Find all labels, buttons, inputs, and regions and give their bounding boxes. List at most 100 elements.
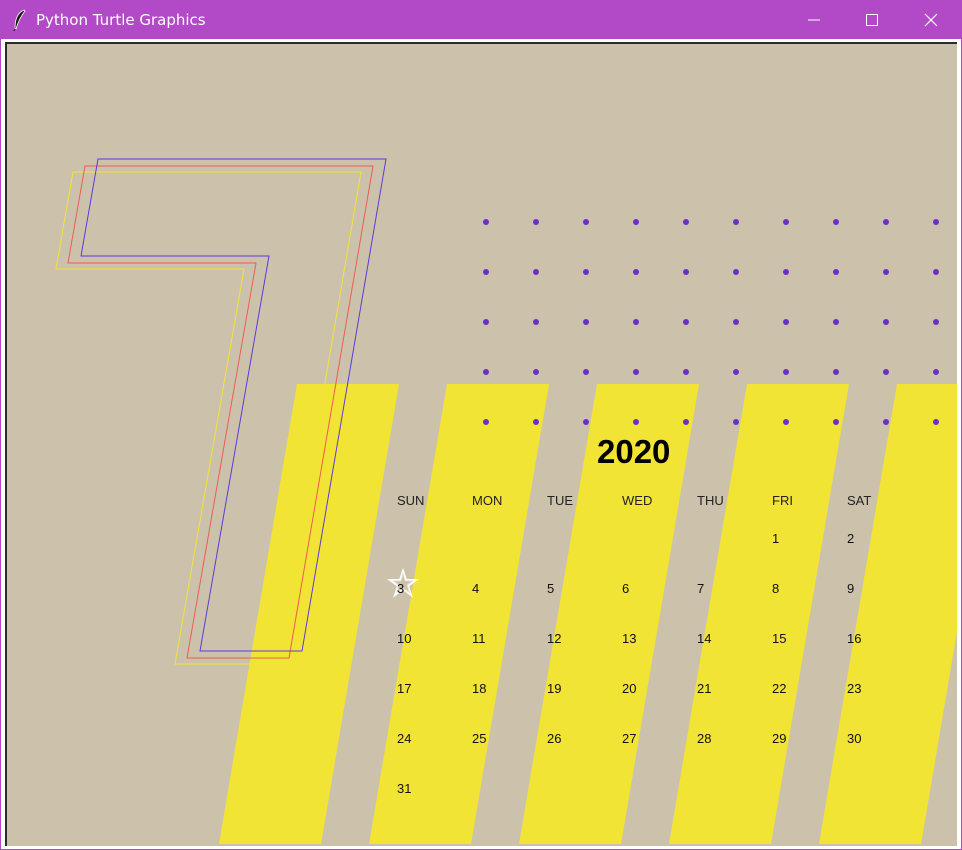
- grid-dot: [883, 369, 889, 375]
- grid-dot: [533, 319, 539, 325]
- stripe-5: [819, 384, 957, 844]
- day-cell: 12: [547, 631, 562, 646]
- day-cell: 28: [697, 731, 712, 746]
- grid-dot: [683, 219, 689, 225]
- day-cell: 19: [547, 681, 562, 696]
- grid-dot: [633, 269, 639, 275]
- grid-dot: [483, 319, 489, 325]
- grid-dot: [633, 319, 639, 325]
- grid-dot: [833, 219, 839, 225]
- close-button[interactable]: [902, 0, 960, 39]
- turtle-canvas[interactable]: 2020 SUN MON TUE WED THU FRI SAT 1 2 3 4…: [5, 42, 957, 846]
- grid-dot: [683, 319, 689, 325]
- stripe-4: [669, 384, 849, 844]
- grid-dot: [683, 369, 689, 375]
- maximize-icon: [866, 14, 878, 26]
- grid-dot: [933, 369, 939, 375]
- weekday-thu: THU: [697, 493, 724, 508]
- day-cell: 31: [397, 781, 412, 796]
- grid-dot: [533, 369, 539, 375]
- grid-dot: [783, 219, 789, 225]
- day-cell: 17: [397, 681, 412, 696]
- grid-dot: [933, 219, 939, 225]
- day-cell: 21: [697, 681, 712, 696]
- grid-dot: [483, 419, 489, 425]
- grid-dot: [733, 419, 739, 425]
- day-cell: 16: [847, 631, 862, 646]
- day-cell: 6: [622, 581, 630, 596]
- grid-dot: [483, 269, 489, 275]
- day-cell: 1: [772, 531, 780, 546]
- stripe-1: [219, 384, 399, 844]
- weekday-wed: WED: [622, 493, 653, 508]
- day-cell: 26: [547, 731, 562, 746]
- weekday-sat: SAT: [847, 493, 872, 508]
- grid-dot: [483, 219, 489, 225]
- day-cell: 29: [772, 731, 787, 746]
- day-cell: 18: [472, 681, 487, 696]
- minimize-button[interactable]: [785, 0, 843, 39]
- day-cell: 5: [547, 581, 555, 596]
- grid-dot: [833, 369, 839, 375]
- calendar-year: 2020: [597, 433, 671, 470]
- title-bar: Python Turtle Graphics: [0, 0, 962, 39]
- grid-dot: [933, 419, 939, 425]
- grid-dot: [933, 319, 939, 325]
- grid-dot: [733, 269, 739, 275]
- grid-dot: [633, 219, 639, 225]
- grid-dot: [683, 419, 689, 425]
- grid-dot: [733, 369, 739, 375]
- grid-dot: [583, 369, 589, 375]
- day-cell: 3: [397, 581, 405, 596]
- day-cell: 24: [397, 731, 412, 746]
- grid-dot: [833, 419, 839, 425]
- grid-dot: [883, 269, 889, 275]
- day-cell: 4: [472, 581, 480, 596]
- feather-icon: [12, 9, 28, 32]
- grid-dot: [883, 419, 889, 425]
- grid-dot: [783, 269, 789, 275]
- day-cell: 15: [772, 631, 787, 646]
- grid-dot: [733, 219, 739, 225]
- day-cell: 27: [622, 731, 637, 746]
- stripe-2: [369, 384, 549, 844]
- day-cell: 7: [697, 581, 705, 596]
- grid-dot: [533, 269, 539, 275]
- day-cell: 9: [847, 581, 855, 596]
- grid-dot: [533, 419, 539, 425]
- grid-dot: [483, 369, 489, 375]
- maximize-button[interactable]: [843, 0, 901, 39]
- day-cell: 2: [847, 531, 855, 546]
- minimize-icon: [808, 19, 820, 21]
- grid-dot: [533, 219, 539, 225]
- grid-dot: [783, 419, 789, 425]
- day-cell: 14: [697, 631, 712, 646]
- weekday-fri: FRI: [772, 493, 793, 508]
- grid-dot: [583, 269, 589, 275]
- yellow-stripes: [219, 384, 957, 844]
- window-client-area: 2020 SUN MON TUE WED THU FRI SAT 1 2 3 4…: [1, 39, 961, 849]
- grid-dot: [683, 269, 689, 275]
- grid-dot: [583, 319, 589, 325]
- grid-dot: [883, 319, 889, 325]
- day-cell: 23: [847, 681, 862, 696]
- day-cell: 10: [397, 631, 412, 646]
- close-icon: [924, 13, 938, 27]
- grid-dot: [733, 319, 739, 325]
- canvas-drawing: [55, 158, 957, 844]
- day-cell: 30: [847, 731, 862, 746]
- weekday-sun: SUN: [397, 493, 425, 508]
- grid-dot: [583, 219, 589, 225]
- grid-dot: [783, 319, 789, 325]
- day-cell: 20: [622, 681, 637, 696]
- day-cell: 25: [472, 731, 487, 746]
- grid-dot: [583, 419, 589, 425]
- dot-grid: [483, 219, 939, 425]
- grid-dot: [633, 369, 639, 375]
- grid-dot: [833, 269, 839, 275]
- grid-dot: [633, 419, 639, 425]
- day-cell: 11: [472, 631, 486, 646]
- day-cell: 13: [622, 631, 637, 646]
- weekday-tue: TUE: [547, 493, 573, 508]
- window-title: Python Turtle Graphics: [36, 11, 206, 29]
